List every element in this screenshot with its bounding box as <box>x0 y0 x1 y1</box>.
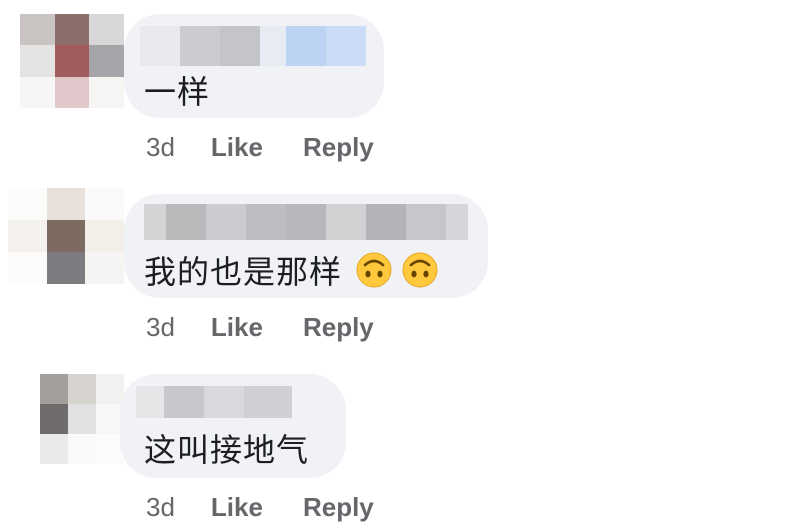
like-button[interactable]: Like <box>211 312 263 343</box>
comment-actions: 3d Like Reply <box>146 492 414 523</box>
comment-text: 我的也是那样 <box>144 248 438 292</box>
comment-bubble: 这叫接地气 <box>120 374 346 478</box>
reply-button[interactable]: Reply <box>303 312 374 343</box>
avatar[interactable] <box>40 374 124 464</box>
comment-bubble: 一样 <box>124 14 384 118</box>
upside-down-face-icon <box>402 252 438 288</box>
upside-down-face-icon <box>356 252 392 288</box>
comment-text: 一样 <box>144 73 211 111</box>
avatar[interactable] <box>20 14 124 108</box>
commenter-name[interactable] <box>140 26 366 66</box>
comment-bubble: 我的也是那样 <box>124 194 488 298</box>
comment-text-label: 我的也是那样 <box>144 253 343 291</box>
like-button[interactable]: Like <box>211 132 263 163</box>
commenter-name[interactable] <box>136 386 292 418</box>
like-button[interactable]: Like <box>211 492 263 523</box>
comment-timestamp[interactable]: 3d <box>146 132 175 163</box>
reply-button[interactable]: Reply <box>303 132 374 163</box>
comment-timestamp[interactable]: 3d <box>146 312 175 343</box>
comment-timestamp[interactable]: 3d <box>146 492 175 523</box>
avatar[interactable] <box>8 188 124 284</box>
commenter-name[interactable] <box>144 204 468 240</box>
comment-actions: 3d Like Reply <box>146 312 414 343</box>
reply-button[interactable]: Reply <box>303 492 374 523</box>
comment-item: 一样 3d Like Reply <box>0 0 800 180</box>
comment-text: 这叫接地气 <box>144 431 310 469</box>
comment-item: 我的也是那样 3d Like Reply <box>0 180 800 360</box>
comment-item: 这叫接地气 3d Like Reply <box>0 360 800 524</box>
comment-actions: 3d Like Reply <box>146 132 414 163</box>
